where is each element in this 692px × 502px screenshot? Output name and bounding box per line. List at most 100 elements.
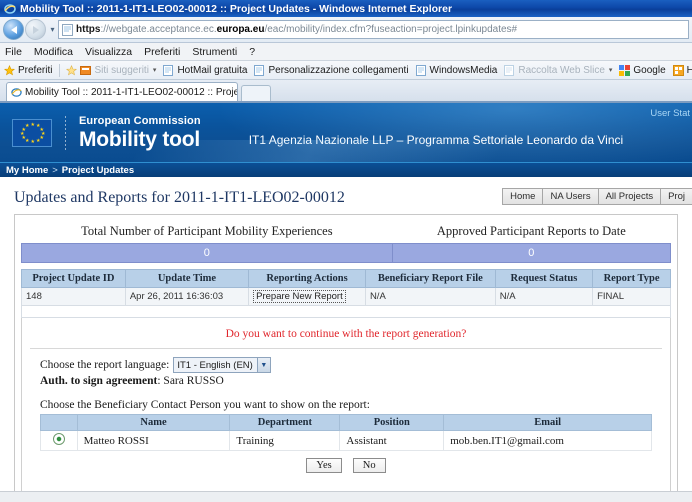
no-button[interactable]: No (352, 458, 386, 473)
browser-menubar: File Modifica Visualizza Preferiti Strum… (0, 43, 692, 61)
chevron-down-icon[interactable]: ▾ (153, 66, 157, 74)
favorites-button[interactable]: Preferiti (3, 65, 52, 76)
google-icon (619, 64, 631, 76)
url-domain: europa.eu (216, 24, 265, 35)
favorite-label: Siti suggeriti (94, 64, 149, 76)
brand-product: Mobility tool (79, 127, 201, 151)
cell-project-update-id: 148 (21, 287, 126, 306)
favorite-label: Raccolta Web Slice (518, 64, 605, 76)
prepare-new-report-link[interactable]: Prepare New Report (253, 290, 346, 303)
menu-item-file[interactable]: File (5, 46, 29, 58)
chevron-down-icon[interactable]: ▼ (256, 358, 270, 372)
column-header-reporting-actions: Reporting Actions (248, 269, 366, 288)
user-stats-link[interactable]: User Stat (650, 108, 690, 119)
favorite-label: WindowsMedia (429, 64, 498, 76)
cell-beneficiary-report-file: N/A (364, 287, 496, 306)
favorite-web-slice[interactable]: Raccolta Web Slice ▾ (504, 64, 613, 76)
favorite-hotmail[interactable]: HotMail gratuita (163, 64, 248, 76)
nav-button-all-projects[interactable]: All Projects (597, 188, 661, 205)
confirm-button-row: Yes No (22, 451, 670, 481)
page-icon (62, 23, 73, 36)
page-body: Updates and Reports for 2011-1-IT1-LEO02… (0, 177, 692, 491)
table-spacer-row (21, 305, 671, 318)
nav-button-projects[interactable]: Proj (660, 188, 692, 205)
browser-status-bar (0, 491, 692, 502)
summary-value-row: 0 0 (21, 243, 672, 263)
nav-button-na-users[interactable]: NA Users (542, 188, 598, 205)
menu-item-help[interactable]: ? (249, 46, 262, 58)
column-header-update-time: Update Time (124, 269, 250, 288)
tab-label: Mobility Tool :: 2011-1-IT1-LEO02-00012 … (25, 86, 237, 98)
cell-contact-select[interactable] (40, 430, 78, 451)
tab-mobility-tool[interactable]: Mobility Tool :: 2011-1-IT1-LEO02-00012 … (6, 82, 238, 101)
panel-blank-area (22, 481, 670, 491)
favorite-siti-suggeriti[interactable]: Siti suggeriti ▾ (66, 65, 156, 76)
column-header-report-type: Report Type (592, 269, 671, 288)
recent-pages-chevron-down-icon[interactable]: ▾ (47, 25, 58, 34)
project-updates-table: Project Update ID Update Time Reporting … (21, 269, 671, 318)
favorite-label: HotMail gratuita (177, 64, 248, 76)
page-title: Updates and Reports for 2011-1-IT1-LEO02… (14, 189, 345, 206)
auth-sign-value: Sara RUSSO (163, 375, 224, 387)
cell-contact-position: Assistant (339, 430, 445, 451)
column-header-request-status: Request Status (494, 269, 594, 288)
contact-header-row: Name Department Position Email (40, 414, 652, 431)
contact-row: Matteo ROSSI Training Assistant mob.ben.… (40, 430, 652, 451)
url-host-prefix: webgate.acceptance.ec. (108, 24, 217, 35)
chevron-down-icon[interactable]: ▾ (609, 66, 613, 74)
beneficiary-contact-table: Name Department Position Email Matteo RO… (40, 414, 652, 451)
favorite-windowsmedia[interactable]: WindowsMedia (415, 64, 498, 76)
breadcrumb-separator: > (52, 164, 58, 176)
address-bar[interactable]: https://webgate.acceptance.ec.europa.eu/… (58, 20, 689, 39)
summary-table: Total Number of Participant Mobility Exp… (21, 221, 672, 263)
report-generation-confirm-panel: Do you want to continue with the report … (21, 318, 671, 491)
column-header-department: Department (229, 414, 341, 431)
menu-item-modifica[interactable]: Modifica (34, 46, 80, 58)
column-header-email: Email (443, 414, 652, 431)
favorite-home[interactable]: Home - Home (672, 64, 692, 76)
url-path: /eac/mobility/index.cfm?fuseaction=proje… (264, 24, 518, 35)
forward-button[interactable] (25, 19, 46, 40)
table-row: 148 Apr 26, 2011 16:36:03 Prepare New Re… (21, 287, 671, 306)
app-header: ★ ★ ★ ★ ★ ★ ★ ★ ★ ★ ★ ★ European Commiss… (0, 103, 692, 162)
favorite-label: Home - Home (687, 65, 692, 76)
app-brand: European Commission Mobility tool (79, 115, 201, 151)
contact-table-wrapper: Name Department Position Email Matteo RO… (40, 414, 652, 451)
cell-contact-department: Training (229, 430, 341, 451)
menu-item-strumenti[interactable]: Strumenti (192, 46, 244, 58)
favorites-separator (59, 63, 61, 77)
cell-reporting-actions[interactable]: Prepare New Report (248, 287, 366, 306)
contact-radio-button[interactable] (52, 433, 65, 445)
summary-value-mobility: 0 (21, 243, 393, 263)
confirm-divider (30, 348, 662, 349)
new-tab-button[interactable] (241, 85, 271, 101)
yes-button[interactable]: Yes (306, 458, 342, 473)
report-language-value: IT1 - English (EN) (177, 359, 253, 371)
menu-item-preferiti[interactable]: Preferiti (144, 46, 187, 58)
back-button[interactable] (3, 19, 24, 40)
summary-value-reports: 0 (391, 243, 672, 263)
orange-box-icon (80, 65, 92, 76)
favorite-google[interactable]: Google (619, 64, 666, 76)
nav-button-home[interactable]: Home (502, 188, 543, 205)
confirm-question: Do you want to continue with the report … (225, 328, 467, 340)
auth-sign-row: Auth. to sign agreement: Sara RUSSO (22, 375, 670, 389)
cell-contact-email: mob.ben.IT1@gmail.com (443, 430, 652, 451)
breadcrumb-home[interactable]: My Home (6, 165, 48, 176)
eu-flag-icon: ★ ★ ★ ★ ★ ★ ★ ★ ★ ★ ★ ★ (12, 118, 52, 147)
window-title: Mobility Tool :: 2011-1-IT1-LEO02-00012 … (20, 2, 453, 15)
menu-item-visualizza[interactable]: Visualizza (85, 46, 139, 58)
summary-header-row: Total Number of Participant Mobility Exp… (21, 221, 671, 244)
favorite-personalizzazione[interactable]: Personalizzazione collegamenti (254, 64, 409, 76)
ie-logo-icon (11, 87, 22, 98)
breadcrumb-current: Project Updates (61, 164, 135, 176)
auth-sign-label: Auth. to sign agreement (40, 375, 158, 387)
report-language-label: Choose the report language: (40, 359, 170, 371)
cell-contact-name: Matteo ROSSI (76, 430, 231, 451)
report-language-select[interactable]: IT1 - English (EN) ▼ (173, 357, 271, 373)
favorite-label: Personalizzazione collegamenti (268, 64, 409, 76)
page-icon (504, 64, 515, 76)
forward-arrow-icon (32, 25, 39, 34)
content-panel: Total Number of Participant Mobility Exp… (14, 214, 678, 491)
table-header-row: Project Update ID Update Time Reporting … (21, 269, 671, 288)
